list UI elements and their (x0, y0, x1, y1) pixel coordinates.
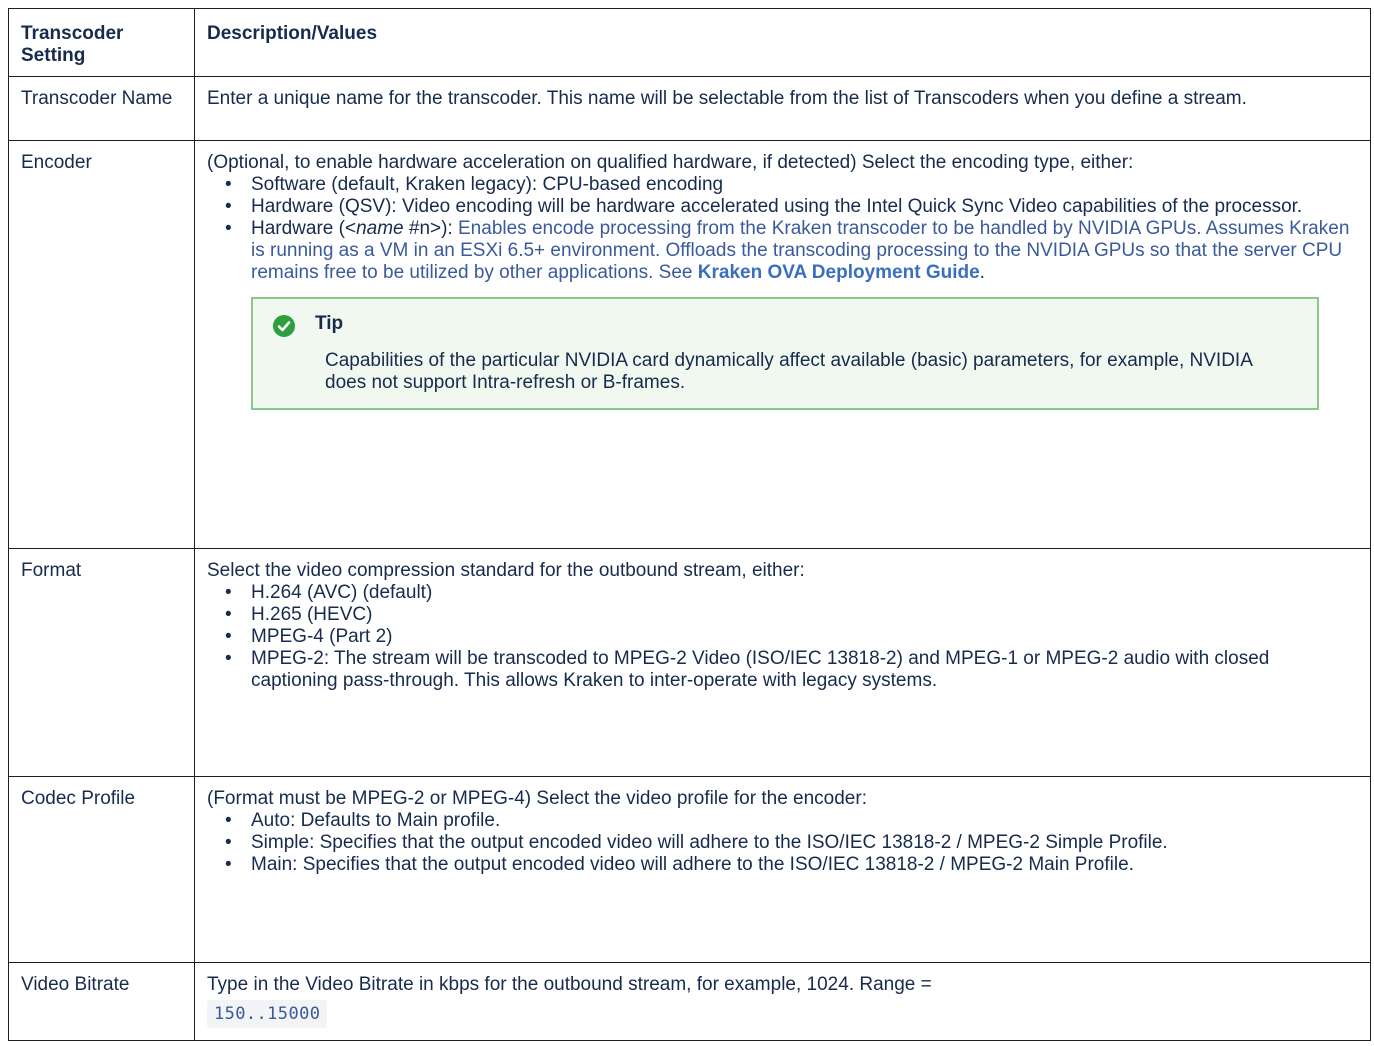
hw-suffix: #n>): (403, 218, 453, 239)
table-row-codec-profile: Codec Profile (Format must be MPEG-2 or … (8, 776, 1371, 963)
format-intro: Select the video compression standard fo… (207, 560, 805, 581)
list-item: Hardware (QSV): Video encoding will be h… (207, 196, 1360, 218)
tip-body: Capabilities of the particular NVIDIA ca… (325, 350, 1252, 393)
table-row-transcoder-name: Transcoder Name Enter a unique name for … (8, 76, 1371, 141)
setting-cell: Format (8, 548, 195, 777)
list-item: Software (default, Kraken legacy): CPU-b… (207, 174, 1360, 196)
bitrate-range-code: 150..15000 (207, 1000, 328, 1028)
encoder-options-list: Software (default, Kraken legacy): CPU-b… (207, 174, 1360, 284)
hw-end: . (979, 262, 985, 283)
list-item: H.264 (AVC) (default) (207, 582, 1360, 604)
list-item: MPEG-2: The stream will be transcoded to… (207, 648, 1360, 692)
setting-cell: Video Bitrate (8, 962, 195, 1041)
list-item: MPEG-4 (Part 2) (207, 626, 1360, 648)
description-cell: Select the video compression standard fo… (194, 548, 1371, 777)
setting-cell: Transcoder Name (8, 76, 195, 141)
codec-intro: (Format must be MPEG-2 or MPEG-4) Select… (207, 788, 867, 809)
setting-cell: Codec Profile (8, 776, 195, 963)
bitrate-description: Type in the Video Bitrate in kbps for th… (207, 974, 932, 995)
hw-name: name (356, 218, 404, 239)
tip-title: Tip (315, 313, 344, 334)
kraken-ova-guide-link[interactable]: Kraken OVA Deployment Guide (698, 262, 980, 283)
description-cell: Enter a unique name for the transcoder. … (194, 76, 1371, 141)
header-setting: Transcoder Setting (8, 8, 195, 77)
table-row-encoder: Encoder (Optional, to enable hardware ac… (8, 140, 1371, 549)
list-item: Main: Specifies that the output encoded … (207, 854, 1360, 876)
transcoder-settings-table: Transcoder Setting Description/Values Tr… (8, 8, 1371, 1041)
format-options-list: H.264 (AVC) (default) H.265 (HEVC) MPEG-… (207, 582, 1360, 692)
check-circle-icon (273, 315, 295, 337)
header-description: Description/Values (194, 8, 1371, 77)
list-item: H.265 (HEVC) (207, 604, 1360, 626)
table-header-row: Transcoder Setting Description/Values (8, 8, 1371, 77)
tip-header: Tip (273, 311, 1297, 337)
hw-prefix: Hardware (< (251, 218, 357, 239)
description-cell: Type in the Video Bitrate in kbps for th… (194, 962, 1371, 1041)
list-item: Simple: Specifies that the output encode… (207, 832, 1360, 854)
codec-options-list: Auto: Defaults to Main profile. Simple: … (207, 810, 1360, 876)
setting-cell: Encoder (8, 140, 195, 549)
list-item: Auto: Defaults to Main profile. (207, 810, 1360, 832)
tip-box: Tip Capabilities of the particular NVIDI… (251, 297, 1319, 410)
description-cell: (Optional, to enable hardware accelerati… (194, 140, 1371, 549)
table-row-format: Format Select the video compression stan… (8, 548, 1371, 777)
description-cell: (Format must be MPEG-2 or MPEG-4) Select… (194, 776, 1371, 963)
list-item: Hardware (<name #n>): Enables encode pro… (207, 218, 1360, 284)
encoder-intro: (Optional, to enable hardware accelerati… (207, 152, 1134, 173)
table-row-video-bitrate: Video Bitrate Type in the Video Bitrate … (8, 962, 1371, 1041)
